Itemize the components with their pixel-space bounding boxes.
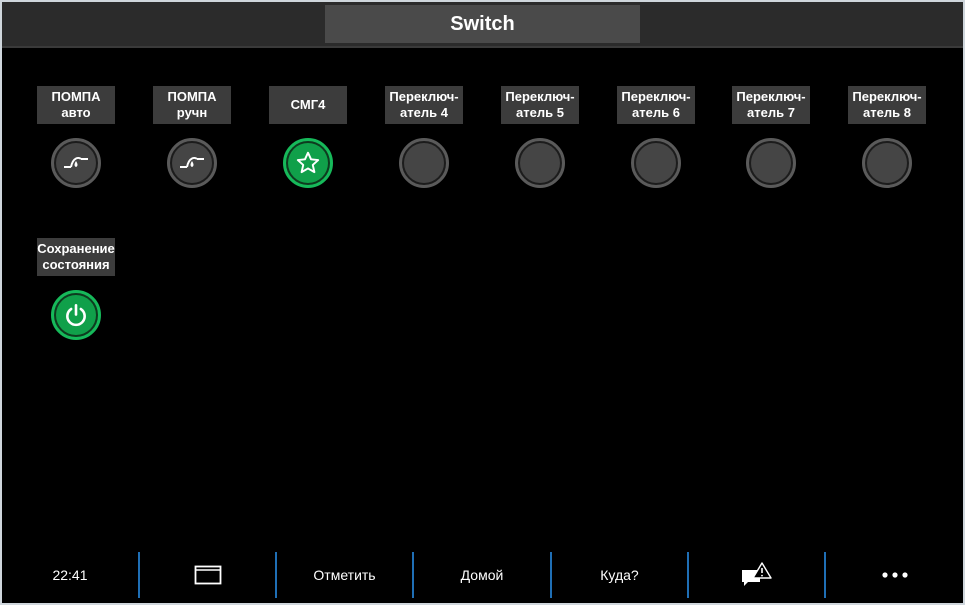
switch-tile-6: Переключ- атель 6 — [616, 86, 696, 188]
switch-tile-pump-manual: ПОМПА ручн — [152, 86, 232, 188]
switch-tile-save-state: Сохранение состояния — [36, 238, 116, 340]
switch-button-4[interactable] — [399, 138, 449, 188]
switch-label: СМГ4 — [269, 86, 347, 124]
alerts-button[interactable] — [689, 547, 824, 603]
title-bar: Switch — [2, 2, 963, 48]
switch-label: Переключ- атель 7 — [732, 86, 810, 124]
switch-button-8[interactable] — [862, 138, 912, 188]
switch-button-5[interactable] — [515, 138, 565, 188]
display-icon — [194, 565, 221, 585]
switch-button-pump-manual[interactable] — [167, 138, 217, 188]
switch-tile-4: Переключ- атель 4 — [384, 86, 464, 188]
where-to-button[interactable]: Куда? — [552, 547, 687, 603]
power-icon — [66, 303, 86, 327]
switch-tile-pump-auto: ПОМПА авто — [36, 86, 116, 188]
more-button[interactable] — [826, 547, 963, 603]
switch-label: Сохранение состояния — [37, 238, 115, 276]
switch-button-6[interactable] — [631, 138, 681, 188]
switch-button-7[interactable] — [746, 138, 796, 188]
switch-tile-smg4: СМГ4 — [268, 86, 348, 188]
switch-label: Переключ- атель 5 — [501, 86, 579, 124]
pump-icon — [180, 157, 204, 168]
screen-button[interactable] — [140, 547, 275, 603]
switch-label: Переключ- атель 6 — [617, 86, 695, 124]
switch-tile-7: Переключ- атель 7 — [731, 86, 811, 188]
switch-label: Переключ- атель 4 — [385, 86, 463, 124]
alert-chat-icon — [741, 562, 772, 586]
mark-button[interactable]: Отметить — [277, 547, 412, 603]
page-title: Switch — [325, 5, 640, 43]
switch-tile-5: Переключ- атель 5 — [500, 86, 580, 188]
star-icon — [296, 151, 320, 174]
switch-button-smg4[interactable] — [283, 138, 333, 188]
clock: 22:41 — [52, 567, 88, 583]
more-icon — [881, 572, 908, 578]
pump-icon — [64, 157, 88, 168]
switch-label: Переключ- атель 8 — [848, 86, 926, 124]
switch-button-pump-auto[interactable] — [51, 138, 101, 188]
switch-tile-8: Переключ- атель 8 — [847, 86, 927, 188]
home-button[interactable]: Домой — [414, 547, 550, 603]
switch-label: ПОМПА авто — [37, 86, 115, 124]
bottom-bar: 22:41 Отметить Домой Куда? — [2, 547, 963, 603]
switch-button-save-state[interactable] — [51, 290, 101, 340]
switch-label: ПОМПА ручн — [153, 86, 231, 124]
app-frame: Switch ПОМПА авто ПОМПА ручн СМГ4 Перекл… — [2, 2, 963, 603]
